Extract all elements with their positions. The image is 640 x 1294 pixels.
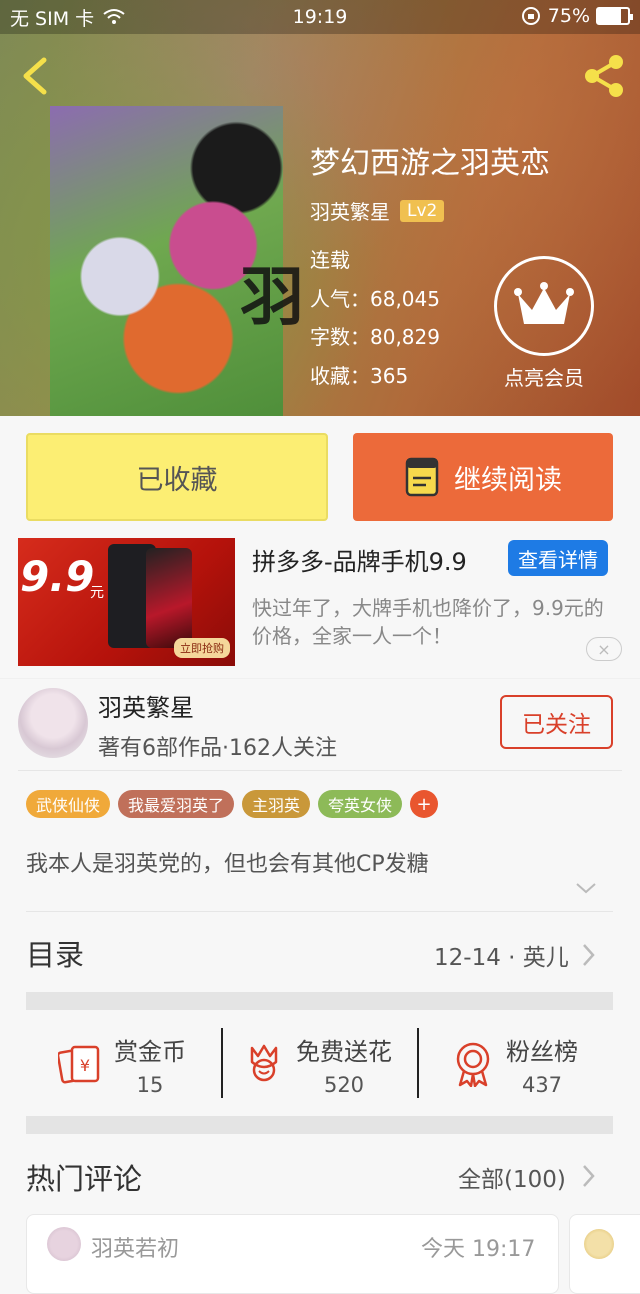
battery-icon: [596, 7, 633, 25]
level-badge: Lv2: [400, 199, 445, 222]
comment-time: 今天 19:17: [421, 1237, 536, 1262]
ad-price: 9.9: [20, 552, 95, 601]
book-intro: 我本人是羽英党的，但也会有其他CP发糖: [26, 852, 429, 877]
battery-fill: [598, 9, 621, 23]
ad-title[interactable]: 拼多多-品牌手机9.9: [252, 542, 467, 577]
catalog-label[interactable]: 目录: [26, 932, 84, 974]
book-favorites: 收藏：365: [310, 364, 409, 388]
all-comments-link[interactable]: 全部(100): [458, 1160, 566, 1194]
author-avatar[interactable]: [18, 688, 88, 758]
book-status: 连载: [310, 248, 350, 272]
book-word-count: 字数：80,829: [310, 325, 440, 349]
author-meta: 著有6部作品·162人关注: [98, 736, 337, 761]
section-separator: [26, 992, 613, 1010]
book-popularity: 人气：68,045: [310, 287, 440, 311]
book-icon: [405, 457, 439, 497]
catalog-latest-chapter[interactable]: 12-14 · 英儿: [434, 938, 569, 972]
svg-text:¥: ¥: [80, 1056, 90, 1075]
ad-description: 快过年了，大牌手机也降价了，9.9元的价格，全家一人一个！: [252, 596, 604, 648]
status-bar: 无 SIM 卡 19:19 75%: [0, 0, 640, 34]
battery-percent: 75%: [547, 5, 590, 27]
tag-item[interactable]: 主羽英: [242, 790, 311, 818]
book-title: 梦幻西游之羽英恋: [310, 146, 550, 181]
tag-item[interactable]: 我最爱羽英了: [118, 790, 235, 818]
ad-close-button[interactable]: ×: [586, 637, 622, 661]
tag-list: 武侠仙侠 我最爱羽英了 主羽英 夸英女侠 +: [26, 790, 439, 818]
fan-ranking-value: 437: [521, 1072, 563, 1097]
ad-detail-button[interactable]: 查看详情: [508, 540, 608, 576]
member-label[interactable]: 点亮会员: [494, 362, 594, 391]
ad-image[interactable]: 9.9 元 立即抢购: [18, 538, 235, 666]
chevron-right-icon[interactable]: [580, 942, 596, 968]
add-tag-button[interactable]: +: [410, 790, 439, 818]
reward-coins-value: 15: [136, 1072, 164, 1097]
fan-ranking-button[interactable]: 粉丝榜 437: [452, 1028, 578, 1100]
follow-button[interactable]: 已关注: [500, 695, 613, 749]
reward-coins-button[interactable]: ¥ 赏金币 15: [58, 1028, 186, 1100]
back-arrow-icon[interactable]: [16, 52, 56, 100]
section-separator: [26, 1116, 613, 1134]
comment-card[interactable]: 羽英若初 今天 19:17: [26, 1214, 559, 1294]
ad-price-unit: 元: [90, 585, 104, 601]
tag-item[interactable]: 武侠仙侠: [26, 790, 111, 818]
comment-card[interactable]: [569, 1214, 640, 1294]
continue-reading-button[interactable]: 继续阅读: [353, 433, 613, 521]
collected-button[interactable]: 已收藏: [26, 433, 328, 521]
book-cover[interactable]: 羽: [50, 106, 304, 416]
fan-ranking-label: 粉丝榜: [506, 1037, 578, 1066]
free-flower-value: 520: [323, 1072, 365, 1097]
medal-icon: [456, 1042, 490, 1087]
crown-icon: [514, 282, 574, 324]
stat-divider: [417, 1028, 419, 1098]
cover-title-glyph: 羽: [240, 261, 304, 335]
comment-avatar[interactable]: [47, 1227, 81, 1261]
member-button[interactable]: [494, 256, 594, 356]
reward-stats: ¥ 赏金币 15 免费送花 520 粉丝榜 437: [26, 1028, 613, 1100]
share-icon[interactable]: [578, 50, 630, 102]
collected-label: 已收藏: [136, 464, 218, 496]
intro-divider: [26, 911, 613, 912]
author-name[interactable]: 羽英繁星: [98, 688, 194, 723]
ad-divider: [0, 678, 640, 679]
comment-username[interactable]: 羽英若初: [91, 1231, 179, 1263]
continue-reading-label: 继续阅读: [454, 464, 562, 496]
ad-buy-badge: 立即抢购: [174, 638, 230, 658]
comment-avatar[interactable]: [584, 1229, 614, 1259]
free-flower-label: 免费送花: [296, 1037, 392, 1066]
red-envelope-icon: ¥: [58, 1045, 100, 1084]
rotation-lock-icon: [521, 7, 540, 25]
flower-icon: [250, 1044, 278, 1082]
hot-comments-label: 热门评论: [26, 1162, 143, 1196]
tag-item[interactable]: 夸英女侠: [318, 790, 403, 818]
chevron-right-icon[interactable]: [580, 1163, 596, 1189]
author-divider: [18, 770, 622, 771]
free-flower-button[interactable]: 免费送花 520: [244, 1028, 392, 1100]
chevron-down-icon[interactable]: [574, 880, 598, 896]
ad-phone-front: [146, 548, 192, 648]
reward-coins-label: 赏金币: [114, 1037, 186, 1066]
stat-divider: [221, 1028, 223, 1098]
book-author-line: 羽英繁星 Lv2: [310, 196, 445, 225]
book-author[interactable]: 羽英繁星: [310, 196, 390, 225]
